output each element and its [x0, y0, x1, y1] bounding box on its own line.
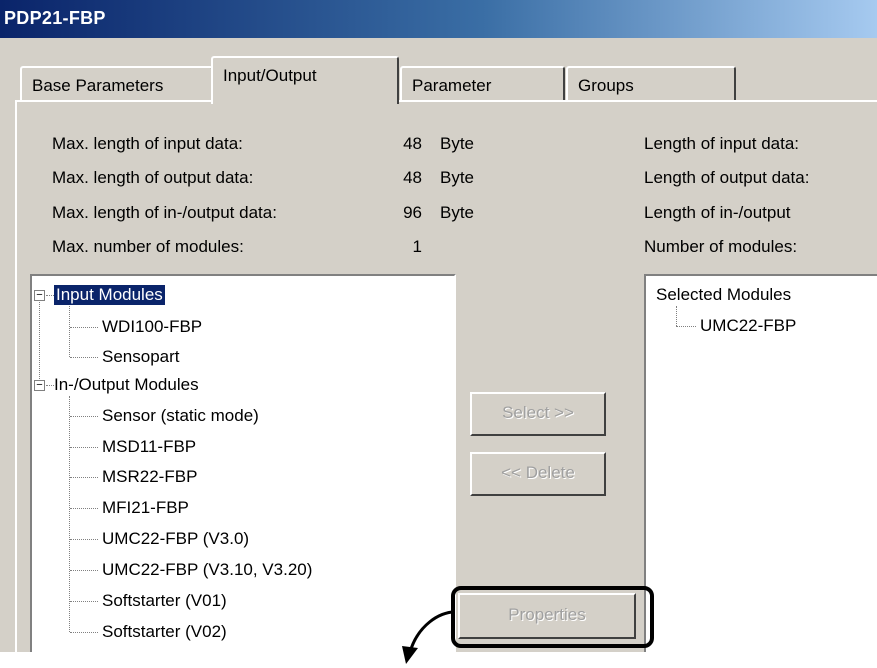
curved-arrow-icon: [402, 610, 455, 664]
